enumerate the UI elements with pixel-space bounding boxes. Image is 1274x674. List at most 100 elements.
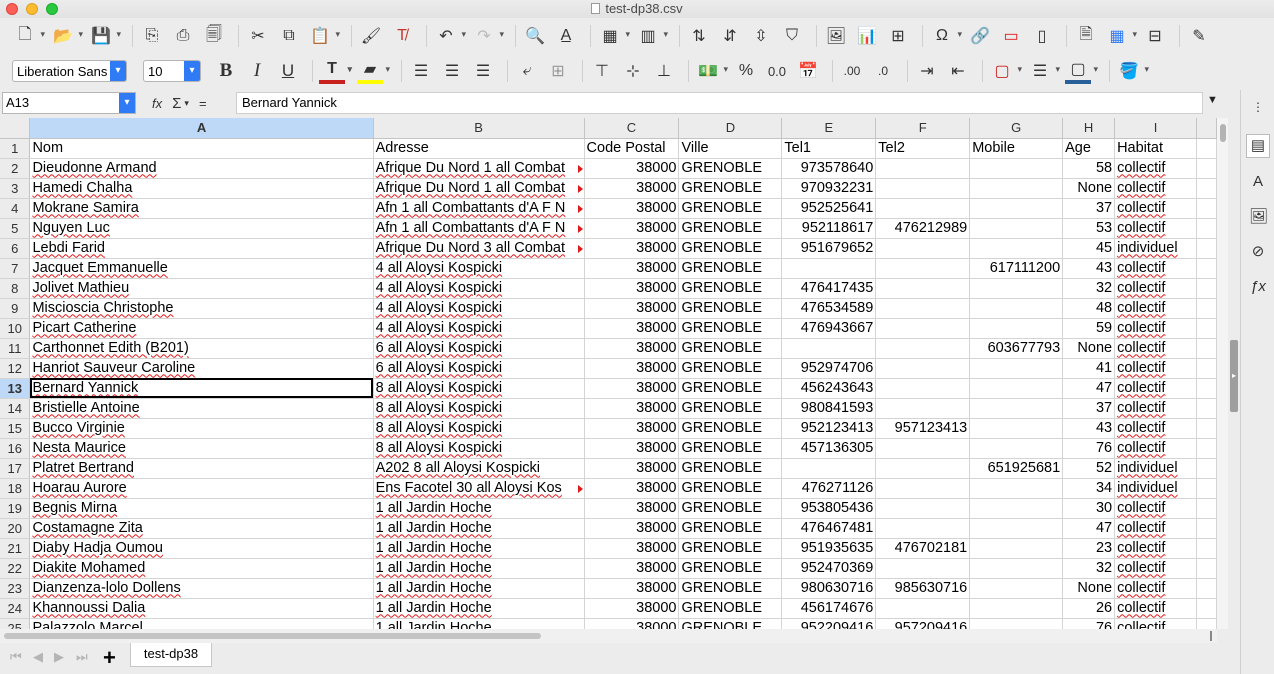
cell-f15[interactable]: 957123413 [875,418,971,439]
cell-e12[interactable]: 952974706 [781,358,877,379]
cell-c14[interactable]: 38000 [584,398,680,419]
cell-h8[interactable]: 32 [1062,278,1116,299]
cell-d1[interactable]: Ville [678,138,783,159]
cell-i17[interactable]: individuel [1114,458,1197,479]
cell-h16[interactable]: 76 [1062,438,1116,459]
cell-f4[interactable] [875,198,971,219]
cell-a4[interactable]: Mokrane Samira [29,198,374,219]
cell-b5[interactable]: Afn 1 all Combattants d'A F N [373,218,585,239]
cell-c23[interactable]: 38000 [584,578,680,599]
styles-icon[interactable]: A [1249,173,1267,191]
align-left-icon[interactable]: ☰ [408,58,434,84]
first-sheet-icon[interactable]: ⏮ [10,649,22,665]
cell-h4[interactable]: 37 [1062,198,1116,219]
column-header-f[interactable]: F [875,118,971,139]
cell-g13[interactable] [969,378,1064,399]
cell-a14[interactable]: Bristielle Antoine [29,398,374,419]
cell-e16[interactable]: 457136305 [781,438,877,459]
row-header[interactable]: 17 [0,458,31,479]
gallery-icon[interactable]: 🖼 [1249,208,1268,226]
cell-g2[interactable] [969,158,1064,179]
cell-g12[interactable] [969,358,1064,379]
cell-a8[interactable]: Jolivet Mathieu [29,278,374,299]
cell-i7[interactable]: collectif [1114,258,1197,279]
print-icon[interactable]: ⎙ [170,23,196,49]
cell-a19[interactable]: Begnis Mirna [29,498,374,519]
cell-c15[interactable]: 38000 [584,418,680,439]
row-header[interactable]: 12 [0,358,31,379]
define-print-area-icon[interactable]: 🗎 [1073,23,1099,49]
select-all-corner[interactable] [0,118,31,139]
row-header[interactable]: 16 [0,438,31,459]
cell-a11[interactable]: Carthonnet Edith (B201) [29,338,374,359]
cell-f16[interactable] [875,438,971,459]
cell-h18[interactable]: 34 [1062,478,1116,499]
cell-c2[interactable]: 38000 [584,158,680,179]
bold-button[interactable]: B [213,58,239,84]
maximize-window-button[interactable] [46,3,58,15]
hyperlink-icon[interactable]: 🔗 [967,23,993,49]
cell-d16[interactable]: GRENOBLE [678,438,783,459]
number-format-button[interactable]: 0.0 [764,58,790,84]
borders-icon[interactable]: ▢ [989,58,1022,84]
add-sheet-button[interactable]: + [103,645,116,671]
cell-h7[interactable]: 43 [1062,258,1116,279]
cell-e15[interactable]: 952123413 [781,418,877,439]
cell-d20[interactable]: GRENOBLE [678,518,783,539]
cell-g22[interactable] [969,558,1064,579]
cell-e7[interactable] [781,258,877,279]
chevron-down-icon[interactable]: ▾ [119,93,135,113]
cell-g10[interactable] [969,318,1064,339]
cell-a1[interactable]: Nom [29,138,374,159]
cell-e11[interactable] [781,338,877,359]
cell-b2[interactable]: Afrique Du Nord 1 all Combat [373,158,585,179]
sheet-tab[interactable]: test-dp38 [130,643,212,667]
cell-c21[interactable]: 38000 [584,538,680,559]
percent-format-button[interactable]: % [733,58,759,84]
highlight-color-icon[interactable]: ▰ [357,58,390,84]
cell-a22[interactable]: Diakite Mohamed [29,558,374,579]
cell-g16[interactable] [969,438,1064,459]
cell-d17[interactable]: GRENOBLE [678,458,783,479]
cell-b8[interactable]: 4 all Aloysi Kospicki [373,278,585,299]
chevron-down-icon[interactable]: ▾ [110,61,126,81]
cell-h17[interactable]: 52 [1062,458,1116,479]
column-header-a[interactable]: A [29,118,374,139]
cell-h24[interactable]: 26 [1062,598,1116,619]
cell-f10[interactable] [875,318,971,339]
cell-h15[interactable]: 43 [1062,418,1116,439]
cell-e8[interactable]: 476417435 [781,278,877,299]
cell-e20[interactable]: 476467481 [781,518,877,539]
row-header[interactable]: 9 [0,298,31,319]
cell-h12[interactable]: 41 [1062,358,1116,379]
cell-e21[interactable]: 951935635 [781,538,877,559]
row-header[interactable]: 2 [0,158,31,179]
cell-a9[interactable]: Miscioscia Christophe [29,298,374,319]
cell-d5[interactable]: GRENOBLE [678,218,783,239]
cell-i25[interactable]: collectif [1114,618,1197,629]
cell-b7[interactable]: 4 all Aloysi Kospicki [373,258,585,279]
cell-a17[interactable]: Platret Bertrand [29,458,374,479]
cell-f9[interactable] [875,298,971,319]
cell-g15[interactable] [969,418,1064,439]
cell-h2[interactable]: 58 [1062,158,1116,179]
delete-decimal-button[interactable]: .0 [870,58,896,84]
add-decimal-button[interactable]: .00 [839,58,865,84]
cell-b23[interactable]: 1 all Jardin Hoche [373,578,585,599]
find-replace-icon[interactable]: 🔍 [522,23,548,49]
undo-icon[interactable]: ↶ [433,23,466,49]
autofilter-icon[interactable]: ⛉ [779,23,805,49]
cell-a2[interactable]: Dieudonne Armand [29,158,374,179]
cell-i15[interactable]: collectif [1114,418,1197,439]
row-header[interactable]: 8 [0,278,31,299]
comment-icon[interactable]: ▭ [998,23,1024,49]
border-color-icon[interactable]: ▢ [1065,58,1098,84]
row-header[interactable]: 6 [0,238,31,259]
row-header[interactable]: 24 [0,598,31,619]
cell-d8[interactable]: GRENOBLE [678,278,783,299]
column-header-h[interactable]: H [1062,118,1116,139]
font-size-combo[interactable]: 10 ▾ [143,60,201,82]
cell-f3[interactable] [875,178,971,199]
cell-e9[interactable]: 476534589 [781,298,877,319]
function-wizard-icon[interactable]: fx [152,96,162,111]
